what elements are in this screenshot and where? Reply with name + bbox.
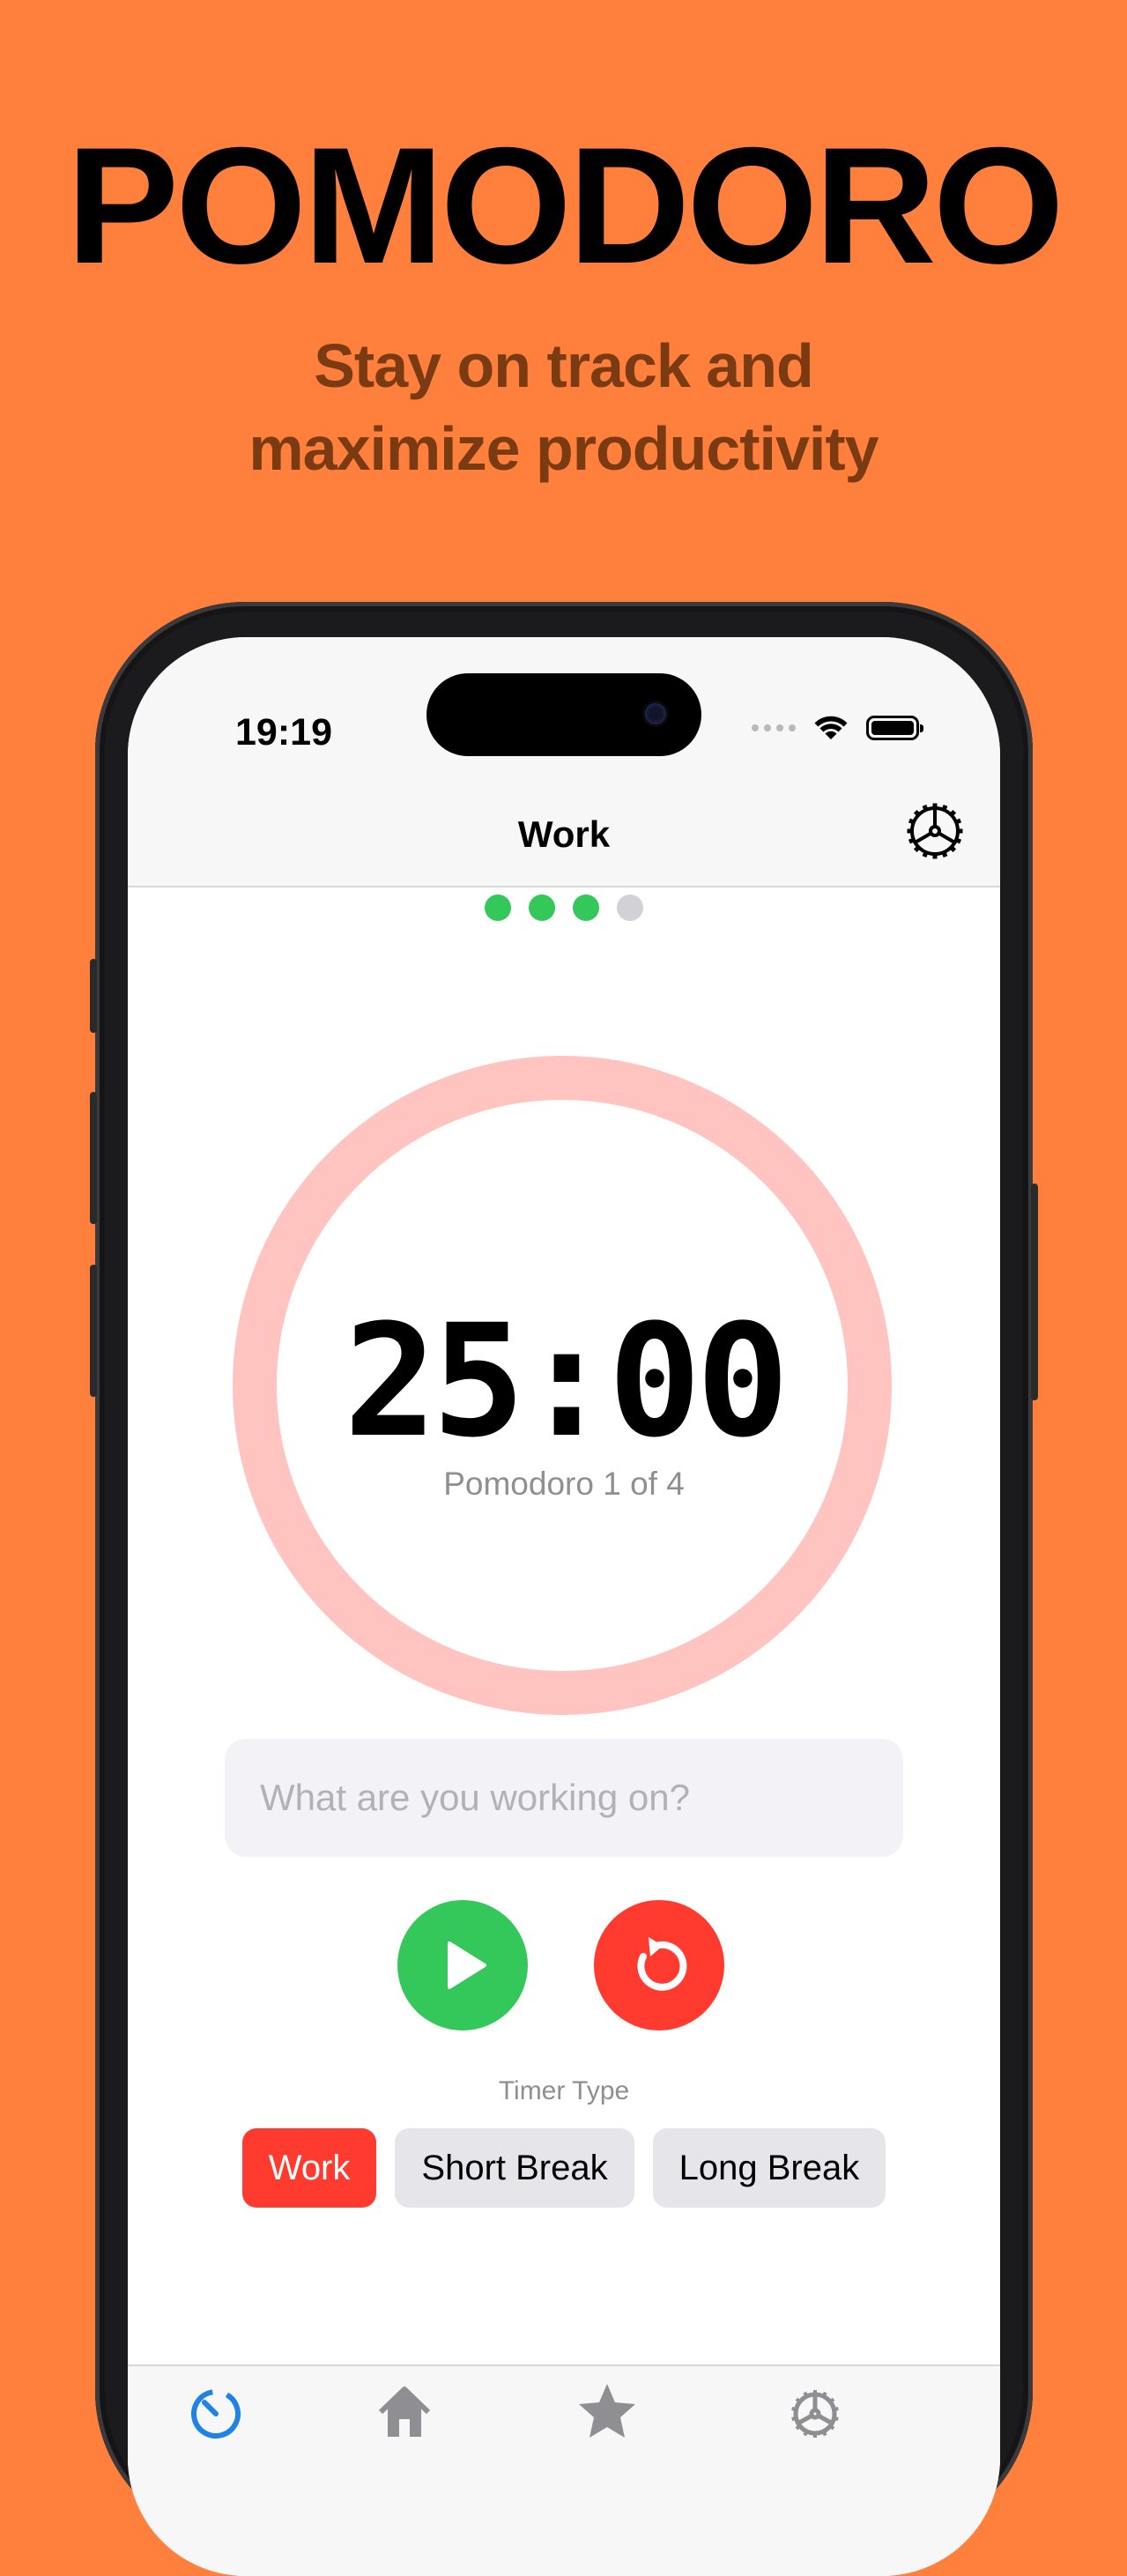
timer-type-work[interactable]: Work	[241, 2128, 377, 2208]
promo-tagline-line1: Stay on track and	[314, 331, 814, 400]
tab-home[interactable]	[334, 2380, 475, 2442]
timer-type-short-break[interactable]: Short Break	[395, 2128, 634, 2208]
reset-button[interactable]	[594, 1900, 724, 2030]
promo-headline: POMODORO	[66, 113, 1064, 298]
tab-bar	[128, 2364, 1000, 2576]
nav-title: Work	[517, 813, 611, 855]
play-button[interactable]	[397, 1900, 528, 2030]
status-bar: 19:19	[128, 637, 1000, 778]
power-button	[1031, 1184, 1038, 1400]
volume-down-button	[90, 1265, 97, 1397]
cellular-dots-icon	[752, 724, 796, 731]
timer-type-selector: Work Short Break Long Break	[128, 2128, 1000, 2208]
session-dot-pending	[617, 895, 643, 921]
promo-tagline: Stay on track and maximize productivity	[0, 324, 1127, 490]
app-screen: 19:19 Work 25:00 Pomodoro 1 of 4 What ar…	[128, 637, 1000, 2576]
timer-display: 25:00	[344, 1291, 790, 1472]
camera-icon	[645, 703, 666, 724]
session-dot-complete	[485, 895, 511, 921]
tab-settings[interactable]	[745, 2380, 886, 2442]
task-input[interactable]	[225, 1739, 903, 1857]
status-time: 19:19	[235, 711, 332, 753]
tab-timer[interactable]	[145, 2380, 286, 2442]
star-icon	[579, 2384, 635, 2438]
session-dot-complete	[573, 895, 599, 921]
session-label: Pomodoro 1 of 4	[443, 1466, 685, 1502]
navigation-bar: Work	[128, 778, 1000, 887]
gear-icon	[791, 2390, 839, 2438]
timer-icon	[191, 2389, 241, 2439]
wifi-icon	[814, 716, 848, 739]
volume-up-button	[90, 1092, 97, 1224]
action-button	[90, 959, 97, 1033]
session-indicator	[128, 895, 1000, 921]
timer-type-long-break[interactable]: Long Break	[652, 2128, 886, 2208]
phone-frame: 19:19 Work 25:00 Pomodoro 1 of 4 What ar…	[90, 602, 1038, 2576]
status-icons	[752, 715, 923, 741]
battery-icon	[866, 716, 923, 740]
house-icon	[378, 2387, 431, 2437]
play-icon	[448, 1941, 486, 1989]
gear-icon[interactable]	[903, 799, 967, 863]
timer-type-label: Timer Type	[498, 2076, 630, 2105]
promo-tagline-line2: maximize productivity	[248, 414, 879, 483]
session-dot-complete	[529, 895, 555, 921]
tab-collection[interactable]	[537, 2380, 678, 2442]
dynamic-island	[426, 673, 701, 756]
reset-icon	[637, 1937, 687, 1991]
